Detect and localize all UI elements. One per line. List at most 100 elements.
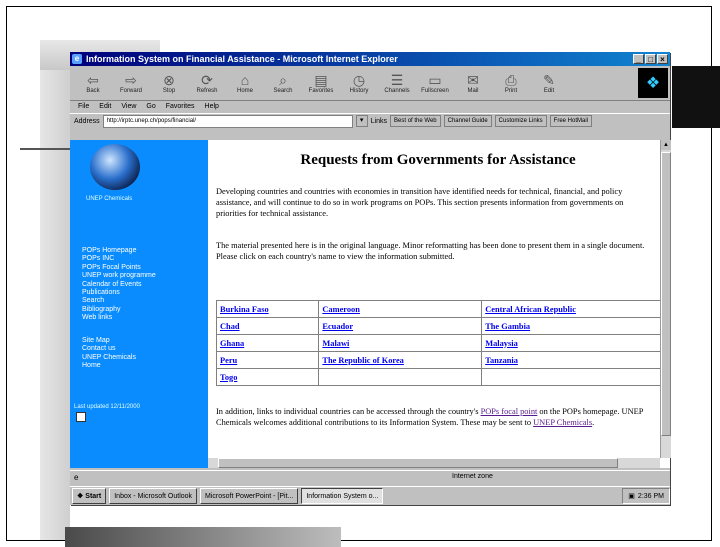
windows-flag-icon: ❖ (77, 493, 84, 500)
country-link[interactable]: Tanzania (485, 356, 518, 365)
address-dropdown-icon[interactable]: ▾ (355, 115, 368, 127)
page-title: Requests from Governments for Assistance (300, 152, 576, 168)
scroll-thumb[interactable] (661, 152, 671, 436)
scroll-up-icon[interactable]: ▲ (661, 140, 671, 150)
vertical-scrollbar[interactable]: ▲ (660, 140, 671, 458)
status-bar: e Internet zone (70, 470, 670, 485)
channels-button[interactable]: ☰ Channels (380, 68, 414, 98)
sidebar-item-publications[interactable]: Publications (82, 289, 156, 297)
country-link[interactable]: The Republic of Korea (322, 356, 404, 365)
country-link[interactable]: Togo (220, 373, 237, 382)
sidebar-item-calendar[interactable]: Calendar of Events (82, 281, 156, 289)
sidebar-menu-secondary: Site Map Contact us UNEP Chemicals Home (82, 337, 136, 371)
menu-help[interactable]: Help (205, 101, 219, 113)
sidebar-item-search[interactable]: Search (82, 297, 156, 305)
link-customize-links[interactable]: Customize Links (494, 115, 547, 127)
country-link[interactable]: Burkina Faso (220, 305, 269, 314)
sidebar-item-focal-points[interactable]: POPs Focal Points (82, 264, 156, 272)
maximize-button[interactable]: □ (645, 54, 656, 64)
unep-chemicals-link[interactable]: UNEP Chemicals (533, 418, 592, 427)
sidebar-item-unep-chemicals[interactable]: UNEP Chemicals (82, 354, 136, 362)
country-link[interactable]: Cameroon (322, 305, 360, 314)
stop-button[interactable]: ⊗ Stop (152, 68, 186, 98)
system-tray: ▣ 2:36 PM (622, 488, 670, 504)
stop-icon: ⊗ (163, 71, 175, 88)
menu-bar: File Edit View Go Favorites Help (70, 101, 670, 113)
sidebar-item-work-programme[interactable]: UNEP work programme (82, 272, 156, 280)
menu-go[interactable]: Go (146, 101, 155, 113)
sidebar-item-pops-homepage[interactable]: POPs Homepage (82, 247, 156, 255)
intro-paragraph: Developing countries and countries with … (216, 187, 624, 218)
history-button[interactable]: ◷ History (342, 68, 376, 98)
favorites-icon: ▤ (314, 71, 328, 88)
channels-icon: ☰ (390, 71, 404, 88)
address-input[interactable]: http://irptc.unep.ch/pops/financial/ (102, 114, 353, 128)
table-row: Ghana Malawi Malaysia (215, 334, 662, 352)
clock: 2:36 PM (637, 492, 664, 500)
favorites-button[interactable]: ▤ Favorites (304, 68, 338, 98)
title-bar[interactable]: e Information System on Financial Assist… (70, 52, 670, 66)
fullscreen-icon: ▭ (428, 71, 442, 88)
focal-point-link[interactable]: POPs focal point (481, 407, 538, 416)
taskbar: ❖ Start Inbox - Microsoft Outlook Microso… (70, 486, 670, 505)
close-button[interactable]: × (657, 54, 668, 64)
edit-button[interactable]: ✎ Edit (532, 68, 566, 98)
country-link[interactable]: Ghana (220, 339, 244, 348)
back-button[interactable]: ⇦ Back (76, 68, 110, 98)
address-label: Address (74, 117, 100, 125)
fullscreen-button[interactable]: ▭ Fullscreen (418, 68, 452, 98)
edit-icon: ✎ (543, 71, 555, 88)
last-updated: Last updated 12/11/2000 (74, 404, 140, 410)
back-arrow-icon: ⇦ (87, 71, 99, 88)
refresh-button[interactable]: ⟳ Refresh (190, 68, 224, 98)
menu-edit[interactable]: Edit (99, 101, 111, 113)
search-button[interactable]: ⌕ Search (266, 68, 300, 98)
hscroll-thumb[interactable] (218, 458, 618, 468)
page-status-icon: e (74, 473, 79, 482)
country-link[interactable]: Ecuador (322, 322, 353, 331)
history-icon: ◷ (352, 71, 366, 88)
country-link[interactable]: The Gambia (485, 322, 530, 331)
tray-icon[interactable]: ▣ (628, 492, 635, 500)
table-row: Chad Ecuador The Gambia (215, 317, 662, 335)
note-paragraph: The material presented here is in the or… (216, 241, 645, 261)
windows-logo-icon: ❖ (638, 68, 668, 98)
print-button[interactable]: ⎙ Print (494, 68, 528, 98)
horizontal-scrollbar[interactable] (208, 458, 660, 468)
home-button[interactable]: ⌂ Home (228, 68, 262, 98)
task-outlook[interactable]: Inbox - Microsoft Outlook (109, 488, 198, 504)
window-controls: _ □ × (633, 54, 668, 64)
link-channel-guide[interactable]: Channel Guide (443, 115, 492, 127)
link-best-of-web[interactable]: Best of the Web (390, 115, 441, 127)
task-powerpoint[interactable]: Microsoft PowerPoint - [Pit... (200, 488, 299, 504)
sidebar-menu-primary: POPs Homepage POPs INC POPs Focal Points… (82, 247, 156, 323)
sidebar-item-site-map[interactable]: Site Map (82, 337, 136, 345)
sidebar-item-pops-inc[interactable]: POPs INC (82, 255, 156, 263)
forward-button[interactable]: ⇨ Forward (114, 68, 148, 98)
security-zone: Internet zone (452, 473, 493, 480)
country-link[interactable]: Malawi (322, 339, 349, 348)
menu-view[interactable]: View (121, 101, 136, 113)
link-free-hotmail[interactable]: Free HotMail (549, 115, 593, 127)
mail-button[interactable]: ✉ Mail (456, 68, 490, 98)
sidebar: UNEP Chemicals POPs Homepage POPs INC PO… (70, 140, 208, 468)
minimize-button[interactable]: _ (633, 54, 644, 64)
menu-file[interactable]: File (78, 101, 89, 113)
country-link[interactable]: Peru (220, 356, 237, 365)
print-icon: ⎙ (505, 71, 517, 88)
sidebar-item-web-links[interactable]: Web links (82, 314, 156, 322)
window-title: Information System on Financial Assistan… (86, 54, 398, 64)
country-link[interactable]: Central African Republic (485, 305, 576, 314)
ie-icon: e (72, 54, 82, 64)
country-link[interactable]: Malaysia (485, 339, 518, 348)
menu-favorites[interactable]: Favorites (166, 101, 195, 113)
links-label: Links (370, 117, 388, 125)
sidebar-item-home[interactable]: Home (82, 362, 136, 370)
sidebar-item-bibliography[interactable]: Bibliography (82, 306, 156, 314)
sidebar-item-contact[interactable]: Contact us (82, 345, 136, 353)
country-link[interactable]: Chad (220, 322, 240, 331)
table-row: Burkina Faso Cameroon Central African Re… (215, 300, 662, 318)
start-button[interactable]: ❖ Start (72, 488, 107, 504)
task-ie[interactable]: Information System o... (301, 488, 384, 504)
decor-left-bar (40, 40, 70, 540)
